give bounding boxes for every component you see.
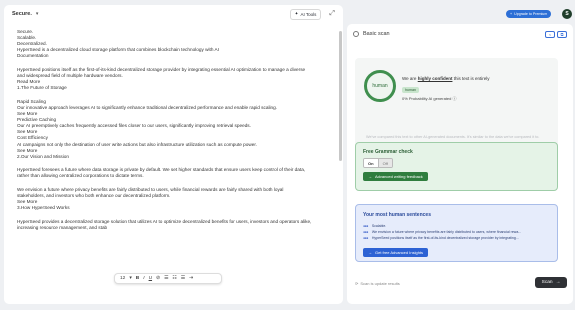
human-score-ring: human bbox=[364, 70, 396, 102]
arrow-right-icon: → bbox=[368, 174, 372, 179]
align-left-icon[interactable]: ☰ bbox=[164, 276, 168, 281]
list-item[interactable]: ●●● HyperSeed positions itself as the fi… bbox=[363, 236, 519, 240]
verdict-suffix: this text is entirely bbox=[453, 76, 490, 81]
ai-tools-button[interactable]: ✦ AI Tools bbox=[289, 8, 322, 20]
avatar[interactable]: S bbox=[562, 9, 572, 19]
bullet-list-icon[interactable]: ☷ bbox=[172, 276, 176, 281]
grammar-toggle[interactable]: On Off bbox=[363, 158, 393, 168]
info-icon[interactable]: ⓘ bbox=[453, 96, 457, 101]
share-icon[interactable]: < bbox=[545, 30, 555, 38]
avatar-initial: S bbox=[565, 11, 569, 17]
document-line: increasing resource management, and stab bbox=[17, 224, 108, 230]
scrollbar-thumb[interactable] bbox=[339, 31, 342, 161]
scan-status-icon bbox=[353, 31, 359, 37]
sentence-text: We envision a future where privacy benef… bbox=[371, 230, 522, 234]
footer-note-text: Scan is update results bbox=[360, 281, 400, 286]
underline-button[interactable]: U bbox=[149, 276, 152, 281]
font-size-select[interactable]: 12 bbox=[120, 276, 125, 281]
bold-button[interactable]: B bbox=[136, 276, 139, 281]
verdict-bold: highly confident bbox=[417, 76, 453, 81]
human-sentences-title: Your most human sentences bbox=[363, 212, 431, 218]
advanced-feedback-button[interactable]: → Advanced writing feedback bbox=[363, 172, 428, 181]
toggle-on[interactable]: On bbox=[364, 159, 379, 167]
link-icon[interactable]: ⊘ bbox=[156, 276, 160, 281]
human-sentences-card: Your most human sentences ●●● Scalable. … bbox=[355, 204, 558, 262]
verdict-text: We are highly confident this text is ent… bbox=[402, 76, 489, 81]
grammar-title: Free Grammar check bbox=[363, 149, 413, 155]
scan-label: Scan bbox=[541, 280, 553, 285]
sentence-text: HyperSeed positions itself as the first-… bbox=[371, 236, 519, 240]
list-item[interactable]: ●●● Scalable. bbox=[363, 224, 386, 228]
editor-header: Secure. ▾ ✦ AI Tools ⤢ bbox=[4, 5, 343, 23]
result-tag: human bbox=[402, 87, 419, 93]
document-body[interactable]: Secure. Scalable. Decentralized. HyperSeed … bbox=[4, 23, 343, 298]
chevron-down-icon[interactable]: ▾ bbox=[129, 276, 131, 281]
scan-button[interactable]: Scan → bbox=[535, 277, 567, 288]
verdict-prefix: We are bbox=[402, 76, 417, 81]
doc-title[interactable]: Secure. bbox=[12, 11, 32, 17]
italic-button[interactable]: I bbox=[143, 276, 144, 281]
format-toolbar: 12 ▾ B I U ⊘ ☰ ☷ ☰ ⇥ bbox=[114, 273, 222, 284]
compare-note: We've compared this text to other AI-gen… bbox=[366, 135, 540, 139]
upgrade-button[interactable]: + Upgrade to Premium bbox=[506, 10, 552, 18]
ring-label: human bbox=[372, 83, 388, 89]
grammar-card: Free Grammar check On Off → Advanced wri… bbox=[355, 142, 558, 191]
upgrade-label: Upgrade to Premium bbox=[514, 12, 548, 16]
arrow-right-icon: → bbox=[555, 280, 561, 285]
dots-icon: ●●● bbox=[363, 236, 368, 240]
advanced-insights-button[interactable]: → Get free Advanced Insights bbox=[363, 248, 429, 257]
probability-value: 0% Probability AI generated bbox=[402, 96, 452, 101]
dots-icon: ●●● bbox=[363, 224, 368, 228]
advanced-feedback-label: Advanced writing feedback bbox=[375, 174, 423, 179]
editor-panel: Secure. ▾ ✦ AI Tools ⤢ Secure. Scalable. D… bbox=[4, 5, 343, 304]
expand-icon[interactable]: ⤢ bbox=[329, 10, 335, 18]
panel-footer-note: ⟳ Scan is update results bbox=[355, 281, 400, 286]
indent-icon[interactable]: ⇥ bbox=[189, 276, 193, 281]
toggle-off[interactable]: Off bbox=[378, 159, 392, 167]
advanced-insights-label: Get free Advanced Insights bbox=[375, 250, 424, 255]
probability-text: 0% Probability AI generated ⓘ bbox=[402, 96, 457, 102]
list-item[interactable]: ●●● We envision a future where privacy b… bbox=[363, 230, 521, 234]
result-card: human We are highly confident this text … bbox=[355, 58, 558, 150]
ai-tools-label: AI Tools bbox=[300, 11, 317, 17]
sparkle-icon: ✦ bbox=[294, 11, 299, 16]
plus-icon: + bbox=[510, 12, 513, 16]
numbered-list-icon[interactable]: ☰ bbox=[181, 276, 185, 281]
arrow-right-icon: → bbox=[368, 250, 372, 255]
copy-icon[interactable]: ⧉ bbox=[557, 30, 567, 38]
chevron-down-icon[interactable]: ▾ bbox=[36, 11, 39, 17]
panel-title: Basic scan bbox=[363, 31, 390, 37]
sentence-text: Scalable. bbox=[371, 224, 387, 228]
panel-header: Basic scan < ⧉ bbox=[347, 24, 573, 44]
scan-panel: Basic scan < ⧉ human We are highly confi… bbox=[347, 24, 573, 304]
dots-icon: ●●● bbox=[363, 230, 368, 234]
refresh-icon: ⟳ bbox=[355, 281, 359, 286]
